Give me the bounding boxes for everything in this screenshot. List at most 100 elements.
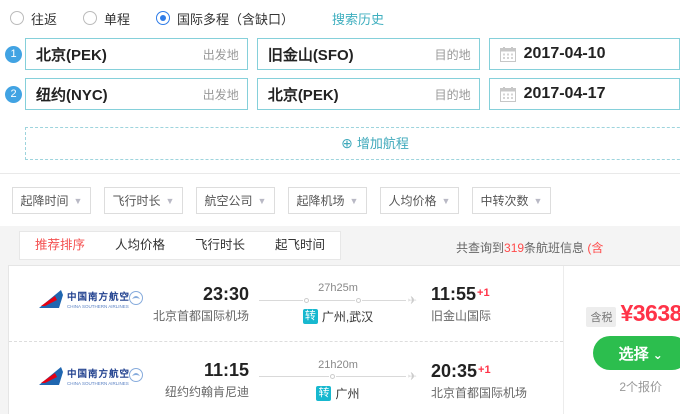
departure-airport: 纽约约翰肯尼迪 [164,385,249,399]
arrival-city-value: 北京(PEK) [267,86,339,104]
sort-bar: 推荐排序 人均价格 飞行时长 起飞时间 共查询到319条航班信息 (含 [0,226,680,265]
plus-one-day: +1 [478,363,491,376]
filter-label: 中转次数 [480,194,529,208]
departure-city-value: 纽约(NYC) [36,86,108,104]
price-panel: 含税 ¥3638 起 选择⌄ 2个报价 [564,266,680,414]
transfer-badge: 转 [316,385,332,401]
filter-duration[interactable]: 飞行时长 ▼ [104,187,183,214]
calendar-icon [499,46,516,62]
sort-tab-recommended[interactable]: 推荐排序 [20,232,100,259]
add-flight-label: 增加航程 [356,136,409,151]
transfer-badge: 转 [302,309,318,324]
route-info: 21h20m ✈ 转 广州 [259,359,417,402]
arrival-time: 11:55+1 [431,284,490,304]
sort-tab-duration[interactable]: 飞行时长 [180,232,260,259]
search-form: 往返 单程 国际多程（含缺口） 搜索历史 1 北京(PEK) 出发地 旧金山(S… [0,0,680,174]
chevron-down-icon: ▼ [349,195,359,206]
add-flight-button[interactable]: ⊕ 增加航程 [25,127,680,160]
stop-dot-icon [329,374,335,379]
radio-label: 国际多程（含缺口） [177,11,295,27]
chevron-down-icon: ▼ [257,195,267,206]
chevron-down-icon: ▼ [441,195,451,206]
radio-label: 往返 [31,11,58,27]
filter-airport[interactable]: 起降机场 ▼ [288,187,367,214]
radio-selected-icon[interactable] [156,11,171,25]
departure-city-field-1[interactable]: 北京(PEK) 出发地 [25,38,248,70]
transfer-cities: 广州,武汉 [321,310,374,324]
plane-icon: ✈ [407,371,417,383]
filter-stops[interactable]: 中转次数 ▼ [472,187,551,214]
svg-text:CHINA SOUTHERN AIRLINES: CHINA SOUTHERN AIRLINES [67,304,129,309]
date-field-2[interactable]: 2017-04-17 [488,78,680,110]
offer-count: 2个报价 [619,380,663,394]
transfer-info: 转 广州 [259,385,417,402]
trip-type-row: 往返 单程 国际多程（含缺口） 搜索历史 [0,6,680,30]
date-field-1[interactable]: 2017-04-10 [488,38,680,70]
radio-one-way[interactable]: 单程 [83,9,130,28]
radio-icon[interactable] [10,11,24,25]
sort-tab-departure[interactable]: 起飞时间 [260,232,340,259]
filter-bar: 起降时间 ▼ 飞行时长 ▼ 航空公司 ▼ 起降机场 ▼ 人均价格 ▼ 中转次数 ▼ [0,174,680,226]
date-value: 2017-04-17 [523,85,606,102]
route-line: ✈ [259,371,417,383]
filter-label: 起降机场 [296,194,345,208]
segment-form-row-1: 1 北京(PEK) 出发地 旧金山(SFO) 目的地 2017-04-10 [0,38,680,70]
filter-label: 飞行时长 [112,194,161,208]
stop-dot-icon [304,297,310,303]
transfer-cities: 广州 [335,386,360,401]
tax-included-badge: 含税 [586,307,617,327]
segment-form-row-2: 2 纽约(NYC) 出发地 北京(PEK) 目的地 2017-04-17 [0,78,680,110]
radio-multi-city[interactable]: 国际多程（含缺口） [156,9,294,28]
arrival-city-field-1[interactable]: 旧金山(SFO) 目的地 [256,38,480,70]
plane-icon: ✈ [407,294,418,307]
search-history-link[interactable]: 搜索历史 [332,9,384,28]
radio-icon[interactable] [83,11,98,25]
filter-departure-time[interactable]: 起降时间 ▼ [12,187,91,214]
flight-search-page: 往返 单程 国际多程（含缺口） 搜索历史 1 北京(PEK) 出发地 旧金山(S… [0,0,680,414]
airline-logo: 中国南方航空 CHINA SOUTHERN AIRLINES [37,363,149,398]
departure-label: 出发地 [202,87,239,102]
sort-tab-price[interactable]: 人均价格 [100,232,180,259]
price-value: ¥3638 [620,300,680,326]
departure-airport: 北京首都国际机场 [152,308,249,323]
route-line: ✈ [259,294,418,307]
result-count-summary: 共查询到319条航班信息 (含 [456,241,604,255]
airline-logo: 中国南方航空 CHINA SOUTHERN AIRLINES [37,286,149,321]
flight-result-card: 中国南方航空 CHINA SOUTHERN AIRLINES 23:30 北京首… [8,265,680,414]
filter-label: 航空公司 [204,194,253,208]
departure-city-field-2[interactable]: 纽约(NYC) 出发地 [25,78,248,110]
sort-tab-group: 推荐排序 人均价格 飞行时长 起飞时间 [19,231,342,260]
date-value: 2017-04-10 [523,45,606,62]
select-button-label: 选择 [618,345,649,363]
svg-text:CHINA SOUTHERN AIRLINES: CHINA SOUTHERN AIRLINES [67,381,129,386]
radio-label: 单程 [104,11,131,27]
chevron-down-icon: ▼ [533,195,543,206]
route-info: 27h25m ✈ 转 广州,武汉 [259,282,417,325]
arrival-time: 20:35+1 [431,360,491,381]
select-flight-button[interactable]: 选择 ⌄ [592,336,680,370]
svg-text:中国南方航空: 中国南方航空 [67,291,130,303]
departure-label: 出发地 [202,47,239,62]
filter-label: 起降时间 [20,194,69,208]
arrival-airport: 北京首都国际机场 [431,385,528,400]
result-count: 319 [504,241,525,255]
filter-airline[interactable]: 航空公司 ▼ [196,187,275,214]
arrival-info: 20:35+1 北京首都国际机场 [431,360,561,401]
arrival-label: 目的地 [434,47,471,62]
flight-duration: 21h20m [318,358,358,371]
departure-info: 11:15 纽约约翰肯尼迪 [149,360,249,400]
filter-price[interactable]: 人均价格 ▼ [380,187,459,214]
arrival-city-field-2[interactable]: 北京(PEK) 目的地 [256,78,480,110]
segment-number-badge: 1 [5,46,22,63]
arrival-info: 11:55+1 旧金山国际 [431,283,561,324]
price-line: 含税 ¥3638 起 [586,300,680,327]
flight-segment-2: 中国南方航空 CHINA SOUTHERN AIRLINES 11:15 纽约约… [9,342,563,414]
plus-circle-icon: ⊕ [341,135,353,151]
calendar-icon [499,86,516,102]
chevron-down-icon: ⌄ [652,347,663,362]
transfer-info: 转 广州,武汉 [259,308,417,325]
radio-round-trip[interactable]: 往返 [10,9,57,28]
plus-one-day: +1 [477,287,490,299]
flight-segment-1: 中国南方航空 CHINA SOUTHERN AIRLINES 23:30 北京首… [9,266,564,342]
chevron-down-icon: ▼ [73,195,83,206]
